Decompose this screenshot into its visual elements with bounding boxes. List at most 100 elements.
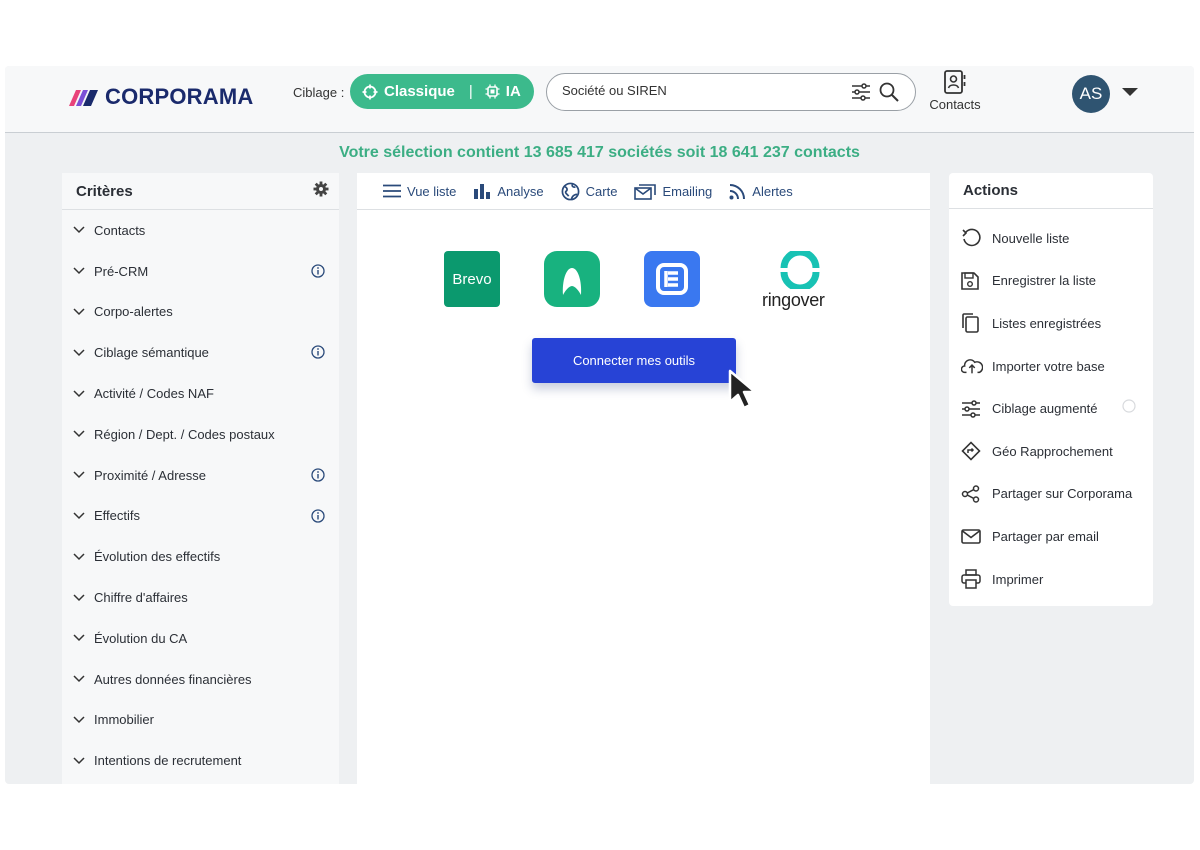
selection-summary: Votre sélection contient 13 685 417 soci… (339, 144, 860, 161)
ciblage-ia-button[interactable]: IA (485, 83, 521, 100)
tab-emailing[interactable]: Emailing (634, 183, 712, 200)
list-icon (383, 184, 401, 198)
action-ciblage-augmente[interactable]: Ciblage augmenté (949, 387, 1153, 430)
criteria-item[interactable]: Région / Dept. / Codes postaux (62, 414, 339, 455)
tab-label: Analyse (497, 183, 544, 199)
sliders-icon (961, 399, 983, 418)
tab-label: Carte (585, 183, 618, 199)
save-icon (961, 272, 983, 290)
contact-card-icon (944, 70, 966, 94)
chevron-down-icon (73, 675, 85, 683)
corporama-logo[interactable]: CORPORAMA (67, 84, 253, 110)
search-input[interactable] (562, 83, 832, 98)
tab-label: Emailing (662, 183, 713, 199)
criteria-item[interactable]: Corpo-alertes (62, 292, 339, 333)
ciblage-classique-button[interactable]: Classique (362, 83, 455, 100)
copy-icon (961, 313, 983, 334)
brevo-logo: Brevo (444, 251, 500, 307)
chevron-down-icon (73, 512, 85, 520)
criteria-item[interactable]: Pré-CRM (62, 251, 339, 292)
gear-icon[interactable] (313, 181, 329, 202)
tab-label: Vue liste (407, 183, 457, 199)
criteria-item[interactable]: Évolution du CA (62, 618, 339, 659)
view-tabs: Vue liste Analyse Carte Emailing Alertes (357, 173, 930, 210)
action-label: Partager sur Corporama (992, 486, 1133, 502)
action-label: Imprimer (992, 571, 1044, 587)
mouse-pointer-icon (728, 369, 757, 410)
criteria-item[interactable]: Contacts (62, 210, 339, 251)
criteria-item[interactable]: Évolution des effectifs (62, 536, 339, 577)
tab-analyse[interactable]: Analyse (473, 183, 544, 199)
main-panel: Vue liste Analyse Carte Emailing Alertes… (357, 173, 930, 784)
criteria-item[interactable]: Autres données financières (62, 659, 339, 700)
search-box (546, 73, 916, 111)
connect-tools-button[interactable]: Connecter mes outils (532, 338, 736, 383)
chevron-down-icon (73, 634, 85, 642)
chevron-down-icon (73, 471, 85, 479)
tab-alertes[interactable]: Alertes (729, 183, 793, 200)
contacts-button[interactable]: Contacts (928, 70, 982, 112)
app-window: CORPORAMA Ciblage : Classique | IA Socié… (5, 66, 1194, 784)
chevron-down-icon (73, 226, 85, 234)
mail-stack-icon (634, 183, 657, 200)
info-icon[interactable] (311, 264, 325, 281)
ciblage-ia-label: IA (505, 83, 521, 100)
action-listes-enregistrees[interactable]: Listes enregistrées (949, 302, 1153, 345)
tab-vue-liste[interactable]: Vue liste (383, 184, 456, 199)
criteria-list: Contacts Pré-CRM Corpo-alertes Ciblage séma… (62, 210, 339, 781)
criteria-item[interactable]: Immobilier (62, 700, 339, 741)
action-partager-corporama[interactable]: Partager sur Corporama (949, 473, 1153, 516)
tab-label: Alertes (752, 183, 793, 199)
criteria-item-label: Immobilier (94, 712, 154, 728)
bar-chart-icon (474, 184, 491, 199)
info-icon[interactable] (1122, 399, 1136, 416)
criteria-item[interactable]: Activité / Codes NAF (62, 373, 339, 414)
action-geo-rapprochement[interactable]: Géo Rapprochement (949, 430, 1153, 473)
integration-logo-green (544, 251, 600, 307)
ciblage-classique-label: Classique (384, 83, 455, 100)
criteria-item-label: Activité / Codes NAF (94, 386, 214, 402)
avatar[interactable]: AS (1072, 75, 1110, 113)
action-importer-base[interactable]: Importer votre base (949, 345, 1153, 388)
filter-icon[interactable] (851, 83, 871, 106)
chevron-down-icon (73, 430, 85, 438)
chevron-down-icon (73, 716, 85, 724)
brevo-logo-text: Brevo (452, 270, 492, 288)
criteria-panel: Critères Contacts Pré-CRM Corpo-alertes … (62, 173, 339, 784)
criteria-item-label: Évolution du CA (94, 630, 188, 646)
actions-list: Nouvelle liste Enregistrer la liste List… (949, 209, 1153, 600)
criteria-item-label: Proximité / Adresse (94, 467, 206, 483)
criteria-item[interactable]: Intentions de recrutement (62, 740, 339, 781)
undo-icon (961, 228, 983, 248)
info-icon[interactable] (311, 468, 325, 485)
action-label: Ciblage augmenté (992, 401, 1098, 417)
info-icon[interactable] (311, 345, 325, 362)
search-icon[interactable] (879, 82, 899, 107)
action-imprimer[interactable]: Imprimer (949, 558, 1153, 601)
criteria-item-label: Corpo-alertes (94, 304, 173, 320)
criteria-item-label: Autres données financières (94, 671, 252, 687)
info-icon[interactable] (311, 508, 325, 526)
criteria-item[interactable]: Ciblage sémantique (62, 332, 339, 373)
action-enregistrer-liste[interactable]: Enregistrer la liste (949, 260, 1153, 303)
tab-carte[interactable]: Carte (561, 182, 618, 201)
criteria-item-label: Région / Dept. / Codes postaux (94, 426, 275, 442)
chip-icon (485, 84, 500, 99)
action-partager-email[interactable]: Partager par email (949, 515, 1153, 558)
top-bar: CORPORAMA Ciblage : Classique | IA Socié… (5, 66, 1194, 133)
criteria-item[interactable]: Proximité / Adresse (62, 455, 339, 496)
criteria-item-label: Ciblage sémantique (94, 345, 209, 361)
chevron-down-icon (73, 308, 85, 316)
crosshair-icon (362, 84, 378, 99)
corporama-logo-icon (69, 90, 98, 106)
criteria-item-label: Intentions de recrutement (94, 753, 242, 769)
logo-text: CORPORAMA (105, 84, 254, 109)
action-label: Partager par email (992, 528, 1099, 544)
ciblage-toggle: Classique | IA (350, 74, 534, 109)
criteria-item[interactable]: Effectifs (62, 496, 339, 537)
action-nouvelle-liste[interactable]: Nouvelle liste (949, 217, 1153, 260)
chevron-down-icon (73, 553, 85, 560)
chevron-down-icon[interactable] (1122, 88, 1138, 96)
criteria-item[interactable]: Chiffre d'affaires (62, 577, 339, 618)
ringover-wordmark: ringover (762, 290, 825, 310)
